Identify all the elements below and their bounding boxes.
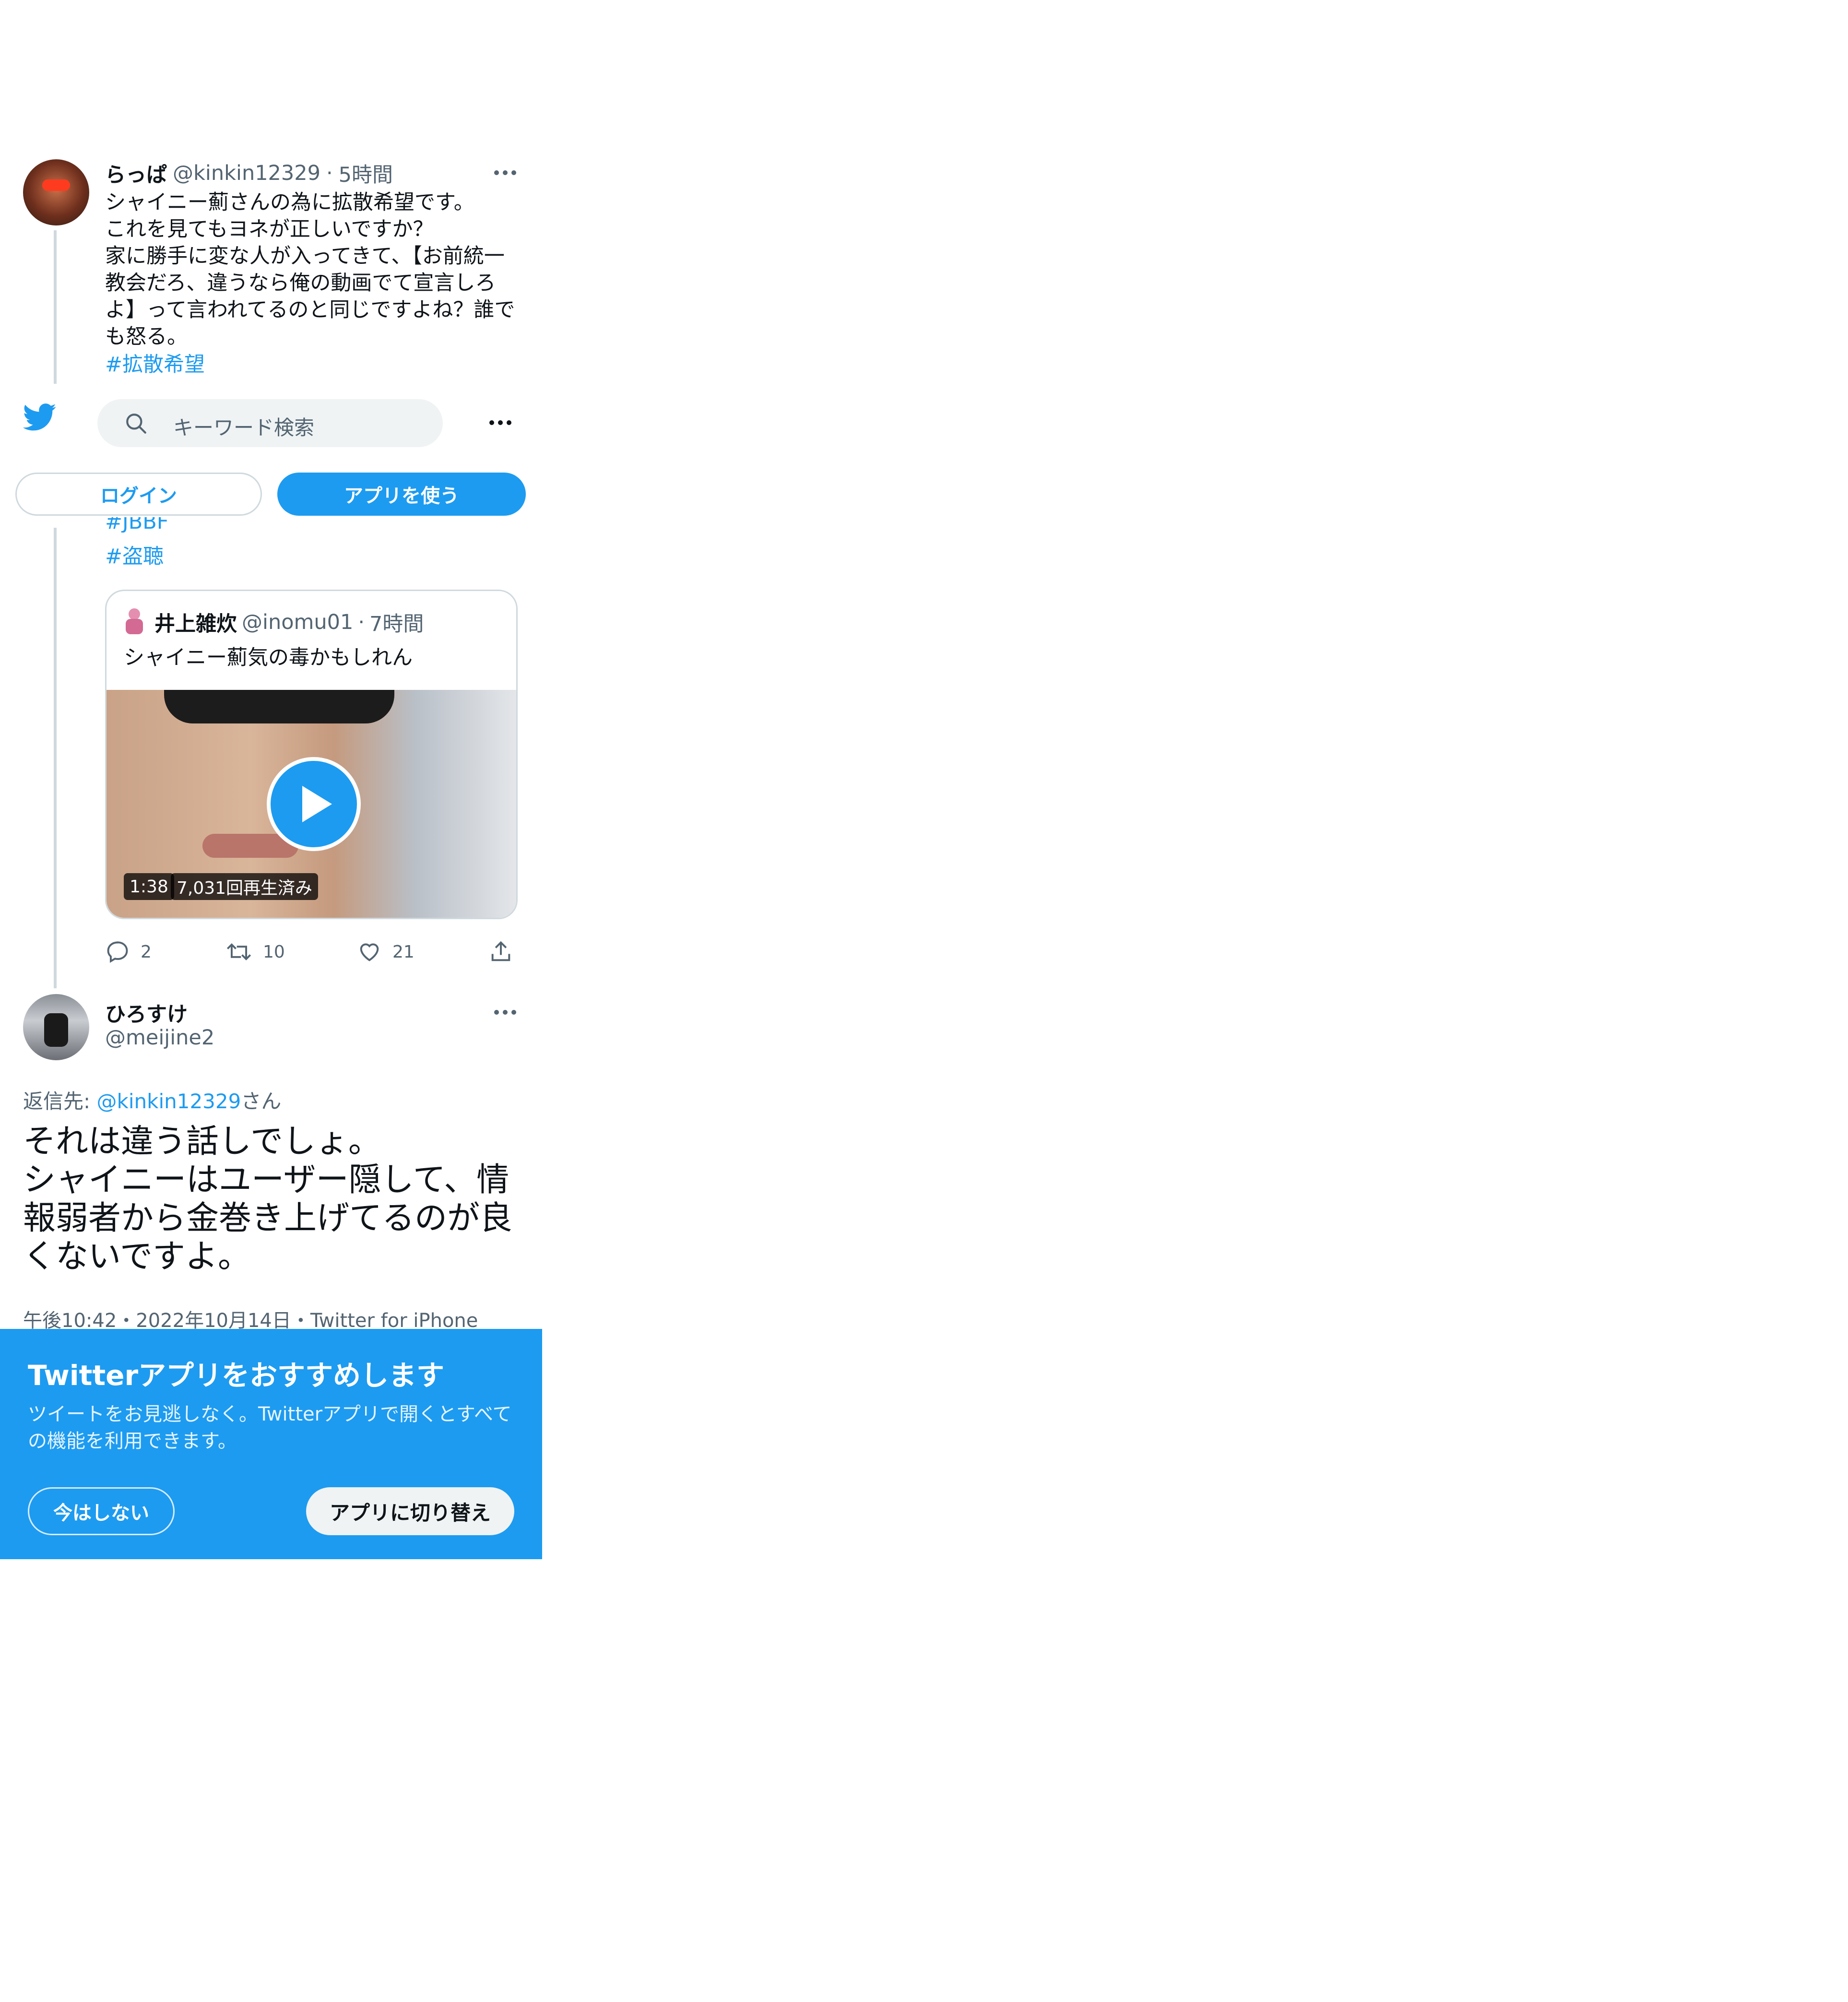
retweet-icon [226,943,251,960]
tweet-body: シャイニー薊さんの為に拡散希望です。 これを見てもヨネが正しいですか？ 家に勝手… [105,190,515,349]
promo-title: Twitterアプリをおすすめします [28,1359,445,1392]
author-handle[interactable]: @kinkin12329 [173,161,320,185]
quoted-tweet[interactable]: 井上雑炊 @inomu01 · 7時間 シャイニー薊気の毒かもしれん 1:38 … [105,590,518,919]
reply-context: 返信先: @kinkin12329さん [23,1085,281,1114]
like-count: 21 [392,942,415,962]
login-button[interactable]: ログイン [15,473,262,516]
search-bar[interactable]: キーワード検索 [97,399,443,447]
hashtag-link[interactable]: #拡散希望 [105,351,205,378]
share-icon [491,941,510,961]
sunglasses-shape [164,690,394,723]
thread-line [54,230,57,988]
twitter-bird-icon[interactable] [23,403,57,432]
search-icon [126,414,146,434]
reply-to-link[interactable]: @kinkin12329 [97,1090,241,1113]
avatar[interactable] [23,159,89,225]
author-handle[interactable]: @meijine2 [105,1026,214,1050]
use-app-button[interactable]: アプリを使う [277,473,526,516]
tweet-time[interactable]: 5時間 [339,158,393,188]
promo-description: ツイートをお見逃しなく。Twitterアプリで開くとすべての機能を利用できます。 [28,1403,512,1452]
reply-prefix: 返信先: [23,1090,97,1113]
retweet-action[interactable]: 10 [225,939,285,964]
switch-to-app-button[interactable]: アプリに切り替え [306,1487,514,1535]
reply-icon [107,941,128,963]
play-button[interactable] [267,757,361,851]
hashtag-link[interactable]: #JBBF [105,517,168,533]
heart-icon [360,943,379,961]
separator-dot: · [326,161,333,185]
avatar-figure-icon [44,1013,68,1047]
tweet-header: らっぱ @kinkin12329 · 5時間 [105,158,393,188]
avatar[interactable] [23,994,89,1060]
reply-body: それは違う話しでしょ。 シャイニーはユーザー隠して、情 報弱者から金巻き上げてる… [23,1123,513,1276]
reply-suffix: さん [241,1090,282,1113]
quote-text: シャイニー薊気の毒かもしれん [124,646,413,670]
more-options-icon[interactable] [494,170,516,175]
quote-avatar [124,608,145,634]
quote-author-handle: @inomu01 [242,610,354,634]
share-action[interactable] [488,939,513,964]
reply-action[interactable]: 2 [105,939,152,964]
hashtag-link[interactable]: #盗聴 [105,543,164,570]
author-name[interactable]: ひろすけ [105,998,188,1028]
not-now-button[interactable]: 今はしない [28,1487,175,1535]
video-thumbnail[interactable]: 1:38 7,031回再生済み [107,690,516,918]
app-promo-banner: Twitterアプリをおすすめします ツイートをお見逃しなく。Twitterアプ… [0,1329,542,1559]
avatar-eyes-icon [42,179,70,191]
video-views: 7,031回再生済み [171,873,319,900]
header-more-icon[interactable] [489,420,511,425]
quote-time: 7時間 [369,612,424,636]
video-duration: 1:38 [124,873,174,900]
more-options-icon[interactable] [494,1010,516,1015]
separator-dot: · [358,610,365,634]
like-action[interactable]: 21 [357,939,415,964]
quote-author-name: 井上雑炊 [154,612,237,636]
top-header: キーワード検索 ログイン アプリを使う [0,384,542,528]
retweet-count: 10 [263,942,285,962]
author-name[interactable]: らっぱ [105,158,167,188]
search-input[interactable]: キーワード検索 [173,412,314,441]
reply-count: 2 [141,942,152,962]
play-icon [302,786,332,822]
